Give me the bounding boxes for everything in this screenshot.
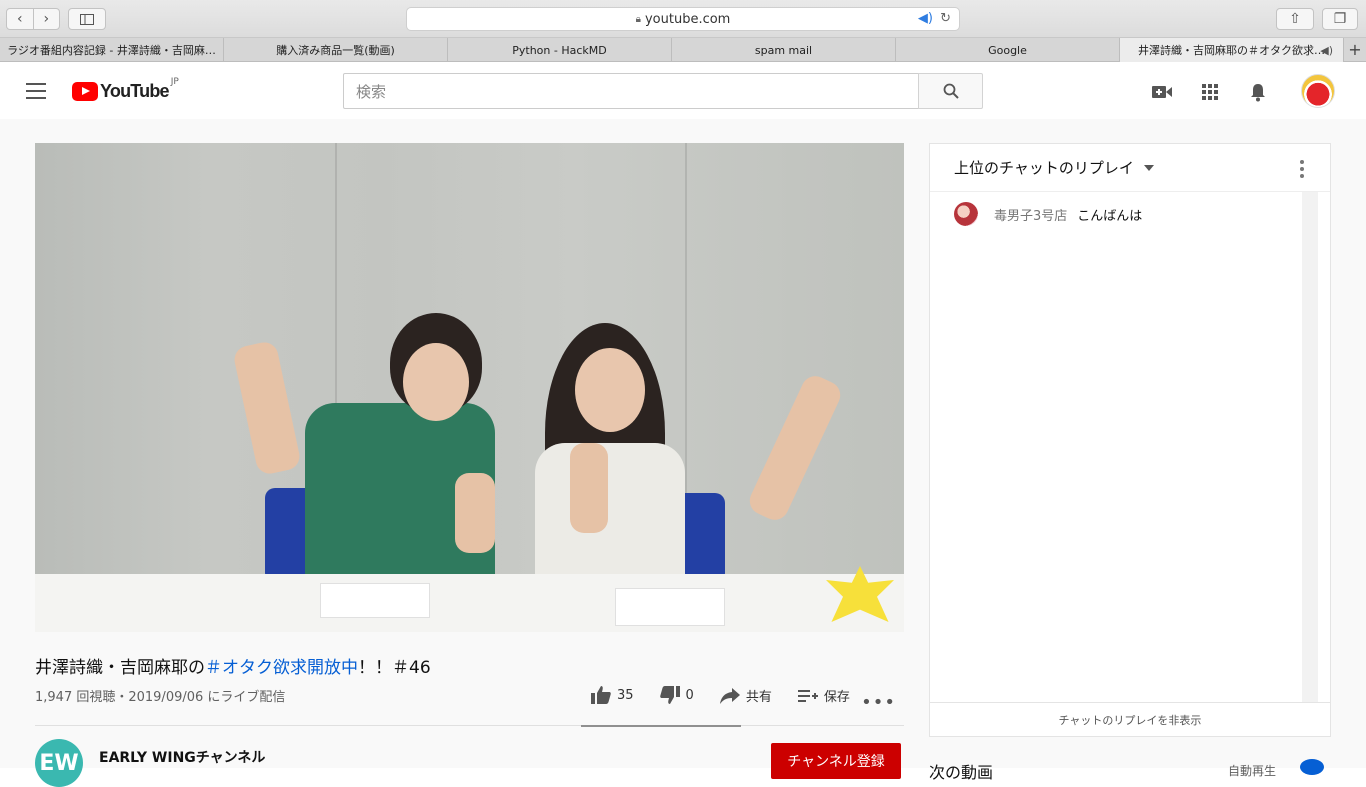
video-title: 井澤詩織・吉岡麻耶の＃オタク欲求開放中！！＃46 bbox=[35, 653, 431, 678]
speaker-icon[interactable]: ◀︎) bbox=[918, 11, 933, 26]
share-browser-button[interactable]: ⇧ bbox=[1276, 8, 1314, 30]
save-label: 保存 bbox=[823, 690, 850, 705]
tab-label: 購入済み商品一覧(動画) bbox=[276, 44, 395, 57]
dropdown-caret-icon[interactable] bbox=[1143, 164, 1154, 171]
tab-audio-icon[interactable]: ◀︎) bbox=[1320, 44, 1333, 57]
live-chat-replay-panel: 上位のチャットのリプレイ 毒男子3号店 こんばんは チャットのリプレイを非表示 bbox=[929, 143, 1331, 737]
forward-icon[interactable]: › bbox=[34, 9, 60, 29]
tab-label: ラジオ番組内容記録 - 井澤詩織・吉岡麻… bbox=[7, 44, 216, 57]
video-player[interactable] bbox=[35, 143, 904, 632]
tab-2[interactable]: Python - HackMD bbox=[448, 38, 672, 62]
yt-header: YouTube JP 検索 bbox=[0, 63, 1366, 119]
address-text: youtube.com bbox=[644, 11, 731, 27]
view-count-date: 1,947 回視聴・2019/09/06 にライブ配信 bbox=[35, 690, 286, 705]
tab-1[interactable]: 購入済み商品一覧(動画) bbox=[224, 38, 448, 62]
like-button[interactable]: 35 bbox=[591, 686, 634, 704]
notifications-bell-icon[interactable] bbox=[1246, 80, 1270, 104]
sidebar-toggle-button[interactable] bbox=[68, 8, 106, 30]
browser-toolbar: ‹ › 🔒︎ youtube.com ◀︎) ↻ ⇧ ❐ bbox=[0, 0, 1366, 38]
chat-more-icon[interactable] bbox=[1300, 160, 1304, 181]
tab-3[interactable]: spam mail bbox=[672, 38, 896, 62]
watch-page: 井澤詩織・吉岡麻耶の＃オタク欲求開放中！！＃46 1,947 回視聴・2019/… bbox=[0, 119, 1366, 787]
tabs-overview-button[interactable]: ❐ bbox=[1322, 8, 1358, 30]
channel-avatar[interactable]: EW bbox=[35, 739, 83, 787]
share-icon: ⇧ bbox=[1289, 11, 1301, 27]
search-button[interactable] bbox=[918, 73, 983, 109]
video-meta-row: 1,947 回視聴・2019/09/06 にライブ配信 35 0 共有 保存 •… bbox=[35, 686, 904, 727]
chat-message-text: こんばんは bbox=[1077, 208, 1143, 224]
channel-row: EW EARLY WINGチャンネル チャンネル登録 bbox=[35, 739, 904, 787]
sidebar-icon bbox=[80, 13, 94, 25]
chat-author-avatar[interactable] bbox=[954, 202, 978, 226]
dislike-count: 0 bbox=[685, 687, 694, 703]
address-bar[interactable]: 🔒︎ youtube.com ◀︎) ↻ bbox=[406, 7, 960, 31]
script-paper bbox=[615, 588, 725, 626]
chat-scrollbar[interactable] bbox=[1302, 192, 1318, 704]
search-icon bbox=[943, 83, 959, 99]
lock-icon: 🔒︎ bbox=[635, 13, 641, 25]
tab-bar: ラジオ番組内容記録 - 井澤詩織・吉岡麻… 購入済み商品一覧(動画) Pytho… bbox=[0, 38, 1366, 62]
like-ratio-bar bbox=[581, 725, 741, 727]
search-input[interactable]: 検索 bbox=[343, 73, 919, 109]
autoplay-label: 自動再生 bbox=[1228, 764, 1277, 778]
share-label: 共有 bbox=[745, 690, 772, 705]
title-hashtag-link[interactable]: ＃オタク欲求開放中 bbox=[205, 658, 358, 678]
thumbs-up-icon bbox=[591, 686, 611, 704]
tabs-icon: ❐ bbox=[1333, 11, 1347, 27]
channel-name[interactable]: EARLY WINGチャンネル bbox=[99, 747, 265, 767]
nav-buttons: ‹ › bbox=[6, 8, 60, 30]
menu-icon[interactable] bbox=[26, 83, 46, 99]
chat-message: 毒男子3号店 こんばんは bbox=[954, 202, 1142, 226]
reload-icon[interactable]: ↻ bbox=[940, 11, 951, 26]
person-right-face bbox=[575, 348, 645, 432]
subscribe-button[interactable]: チャンネル登録 bbox=[771, 743, 901, 779]
more-actions-icon[interactable]: ••• bbox=[861, 692, 896, 713]
chat-author-name[interactable]: 毒男子3号店 bbox=[994, 205, 1067, 224]
logo-region: JP bbox=[170, 77, 179, 87]
share-arrow-icon bbox=[719, 687, 740, 704]
action-buttons: 35 0 共有 保存 bbox=[591, 686, 876, 726]
share-button[interactable]: 共有 bbox=[719, 686, 772, 705]
youtube-logo[interactable]: YouTube JP bbox=[72, 77, 179, 102]
autoplay-toggle[interactable] bbox=[1300, 759, 1324, 775]
search-placeholder: 検索 bbox=[356, 83, 387, 101]
thumbs-down-icon bbox=[659, 686, 680, 704]
save-button[interactable]: 保存 bbox=[797, 686, 850, 705]
title-prefix: 井澤詩織・吉岡麻耶の bbox=[35, 658, 205, 678]
script-paper bbox=[320, 583, 430, 618]
tab-label: 井澤詩織・吉岡麻耶の＃オタク欲求… bbox=[1138, 44, 1325, 57]
playlist-add-icon bbox=[797, 689, 818, 702]
dislike-button[interactable]: 0 bbox=[659, 686, 694, 704]
tab-0[interactable]: ラジオ番組内容記録 - 井澤詩織・吉岡麻… bbox=[0, 38, 224, 62]
tab-label: spam mail bbox=[754, 43, 813, 57]
person-left-hand bbox=[455, 473, 495, 553]
tab-label: Google bbox=[988, 43, 1027, 57]
user-avatar[interactable] bbox=[1301, 74, 1335, 108]
back-icon[interactable]: ‹ bbox=[7, 9, 34, 29]
title-suffix: ！！＃46 bbox=[358, 658, 431, 678]
person-right-hand bbox=[570, 443, 608, 533]
like-count: 35 bbox=[617, 687, 634, 703]
apps-grid-icon[interactable] bbox=[1198, 80, 1222, 104]
tab-label: Python - HackMD bbox=[512, 43, 607, 57]
logo-text: YouTube bbox=[100, 81, 170, 101]
table bbox=[35, 574, 904, 632]
tab-5-active[interactable]: 井澤詩織・吉岡麻耶の＃オタク欲求… ◀︎) bbox=[1120, 38, 1344, 62]
youtube-play-icon bbox=[72, 82, 98, 101]
chat-header[interactable]: 上位のチャットのリプレイ bbox=[930, 144, 1330, 192]
new-tab-icon[interactable]: + bbox=[1344, 38, 1366, 61]
create-video-icon[interactable] bbox=[1150, 80, 1174, 104]
person-left-face bbox=[403, 343, 469, 421]
up-next-label: 次の動画 bbox=[929, 763, 994, 782]
hide-chat-replay-button[interactable]: チャットのリプレイを非表示 bbox=[930, 702, 1330, 736]
person-right-body bbox=[535, 443, 685, 583]
chat-header-title: 上位のチャットのリプレイ bbox=[954, 159, 1134, 177]
tab-4[interactable]: Google bbox=[896, 38, 1120, 62]
